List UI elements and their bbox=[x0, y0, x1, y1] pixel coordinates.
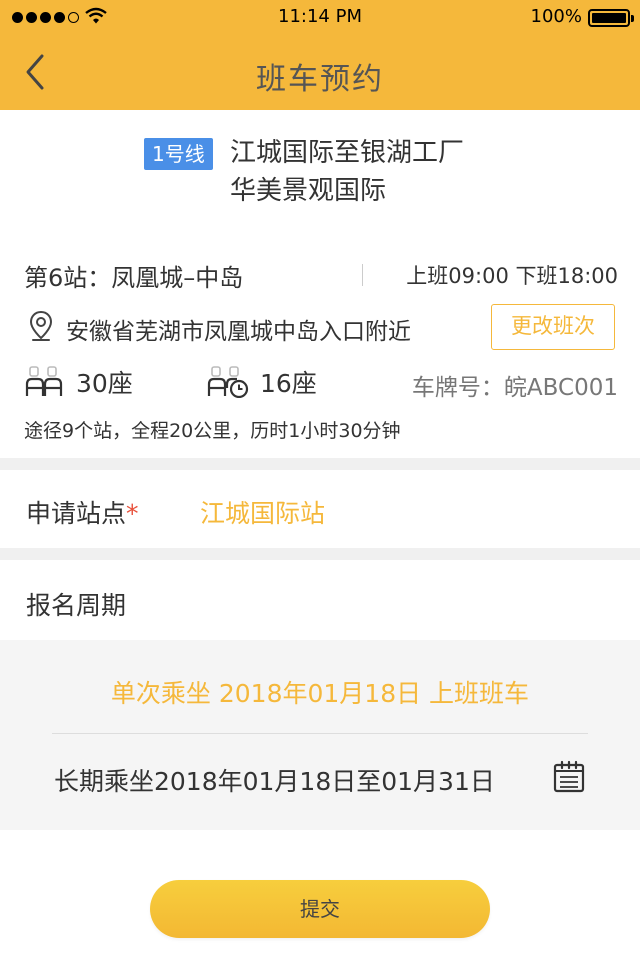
calendar-icon[interactable] bbox=[552, 760, 586, 798]
remaining-seats-value: 16座 bbox=[260, 369, 317, 398]
period-label: 报名周期 bbox=[26, 591, 127, 620]
battery-icon bbox=[588, 9, 634, 27]
single-ride-option[interactable]: 单次乘坐 2018年01月18日 上班班车 bbox=[0, 674, 640, 710]
license-plate: 车牌号：皖ABC001 bbox=[411, 375, 618, 401]
app-header: 11:14 PM 100% 班车预约 bbox=[0, 0, 640, 110]
apply-station-row[interactable]: 申请站点* 江城国际站 bbox=[0, 470, 640, 548]
stop-name: 第6站：凤凰城–中岛 bbox=[24, 264, 244, 292]
remaining-seats: 16座 bbox=[206, 364, 317, 400]
stop-row: 第6站：凤凰城–中岛 上班09:00 下班18:00 bbox=[24, 258, 618, 294]
route-title-line2: 华美景观国际 bbox=[230, 176, 387, 206]
address-row: 安徽省芜湖市凤凰城中岛入口附近 更改班次 bbox=[24, 304, 618, 352]
section-divider bbox=[0, 458, 640, 470]
change-shift-button[interactable]: 更改班次 bbox=[491, 304, 615, 350]
required-mark: * bbox=[126, 499, 139, 528]
apply-station-label: 申请站点* bbox=[26, 499, 139, 528]
route-title-line1: 江城国际至银湖工厂 bbox=[230, 138, 465, 168]
page-title: 班车预约 bbox=[256, 62, 384, 97]
period-options: 单次乘坐 2018年01月18日 上班班车 长期乘坐2018年01月18日至01… bbox=[0, 640, 640, 830]
apply-station-value[interactable]: 江城国际站 bbox=[200, 494, 325, 530]
total-seats-value: 30座 bbox=[76, 369, 133, 398]
submit-button[interactable]: 提交 bbox=[150, 880, 490, 938]
divider bbox=[362, 264, 363, 286]
route-summary: 途径9个站，全程20公里，历时1小时30分钟 bbox=[24, 420, 401, 442]
option-divider bbox=[52, 733, 588, 734]
battery-percentage: 100% bbox=[530, 6, 582, 27]
status-bar: 11:14 PM 100% bbox=[0, 0, 640, 34]
route-line-badge: 1号线 bbox=[144, 138, 213, 170]
long-term-option[interactable]: 长期乘坐2018年01月18日至01月31日 bbox=[54, 762, 495, 798]
seat-icon bbox=[25, 366, 63, 396]
seat-row: 30座 16座 车牌号：皖ABC001 bbox=[24, 364, 618, 404]
route-title: 江城国际至银湖工厂 华美景观国际 bbox=[230, 134, 530, 210]
total-seats: 30座 bbox=[24, 364, 133, 400]
location-pin-icon bbox=[28, 310, 54, 346]
work-time: 上班09:00 下班18:00 bbox=[406, 264, 618, 288]
section-divider bbox=[0, 548, 640, 560]
seat-clock-icon bbox=[207, 366, 249, 398]
address-text: 安徽省芜湖市凤凰城中岛入口附近 bbox=[66, 319, 411, 345]
